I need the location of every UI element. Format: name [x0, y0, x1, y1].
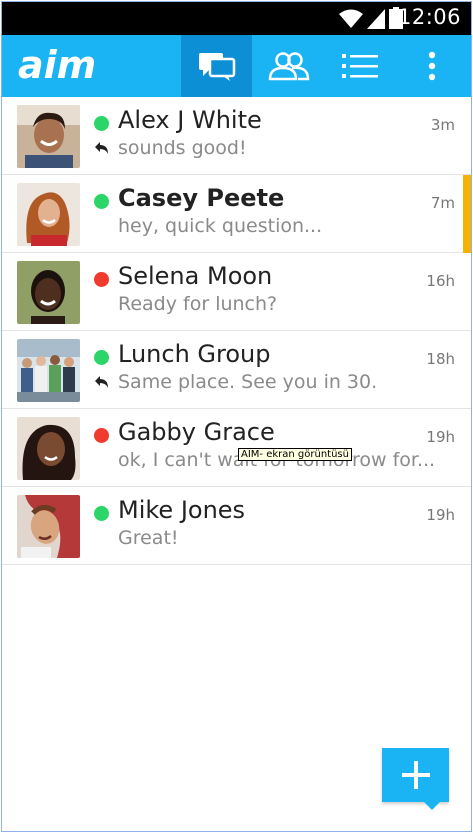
contact-name: Casey Peete	[118, 184, 285, 212]
plus-icon	[401, 761, 430, 789]
phone-screen: 12:06 aim Alex J White 3m sounds good! C…	[1, 1, 472, 832]
list-icon	[341, 54, 378, 78]
aim-logo: aim	[18, 43, 97, 87]
message-time: 3m	[430, 116, 455, 134]
fab-tail	[423, 801, 441, 810]
overflow-menu-button[interactable]	[396, 35, 468, 97]
message-preview: Same place. See you in 30.	[118, 371, 378, 393]
conversation-row[interactable]: Casey Peete 7m hey, quick question...	[2, 175, 471, 253]
tab-list[interactable]	[324, 35, 395, 97]
contact-name: Gabby Grace	[118, 418, 275, 446]
reply-arrow-icon	[95, 376, 108, 388]
message-time: 16h	[426, 272, 455, 290]
conversation-row[interactable]: Selena Moon 16h Ready for lunch?	[2, 253, 471, 331]
avatar	[17, 417, 80, 480]
conversation-list: Alex J White 3m sounds good! Casey Peete…	[2, 97, 471, 565]
message-preview: Ready for lunch?	[118, 293, 278, 315]
chat-bubbles-icon	[198, 53, 235, 81]
message-time: 7m	[430, 194, 455, 212]
conversation-row[interactable]: Alex J White 3m sounds good!	[2, 97, 471, 175]
message-time: 18h	[426, 350, 455, 368]
contact-name: Alex J White	[118, 106, 262, 134]
signal-icon	[367, 9, 385, 29]
tab-buddies[interactable]	[252, 35, 323, 97]
conversation-row[interactable]: Lunch Group 18h Same place. See you in 3…	[2, 331, 471, 409]
message-time: 19h	[426, 428, 455, 446]
presence-online-indicator	[94, 350, 109, 365]
avatar	[17, 495, 80, 558]
presence-online-indicator	[94, 506, 109, 521]
message-preview: hey, quick question...	[118, 215, 323, 237]
contact-name: Lunch Group	[118, 340, 271, 368]
avatar	[17, 183, 80, 246]
avatar	[17, 105, 80, 168]
message-preview: sounds good!	[118, 137, 247, 159]
reply-arrow-icon	[95, 142, 108, 154]
screenshot-tooltip: AIM- ekran görüntüsü	[238, 448, 352, 461]
contact-name: Mike Jones	[118, 496, 246, 524]
message-preview: Great!	[118, 527, 179, 549]
clock: 12:06	[397, 5, 461, 29]
tab-chats[interactable]	[181, 35, 252, 97]
buddies-icon	[268, 52, 309, 81]
conversation-row[interactable]: Gabby Grace 19h ok, I can't wait for tom…	[2, 409, 471, 487]
overflow-menu-icon	[428, 51, 436, 81]
avatar	[17, 339, 80, 402]
presence-busy-indicator	[94, 272, 109, 287]
system-icons	[339, 7, 403, 29]
contact-name: Selena Moon	[118, 262, 273, 290]
message-time: 19h	[426, 506, 455, 524]
new-conversation-button[interactable]	[382, 748, 449, 802]
presence-online-indicator	[94, 116, 109, 131]
wifi-icon	[339, 9, 363, 28]
presence-online-indicator	[94, 194, 109, 209]
conversation-row[interactable]: Mike Jones 19h Great!	[2, 487, 471, 565]
presence-busy-indicator	[94, 428, 109, 443]
status-bar: 12:06	[2, 2, 471, 35]
unread-indicator	[463, 175, 471, 253]
avatar	[17, 261, 80, 324]
app-bar: aim	[2, 35, 471, 97]
